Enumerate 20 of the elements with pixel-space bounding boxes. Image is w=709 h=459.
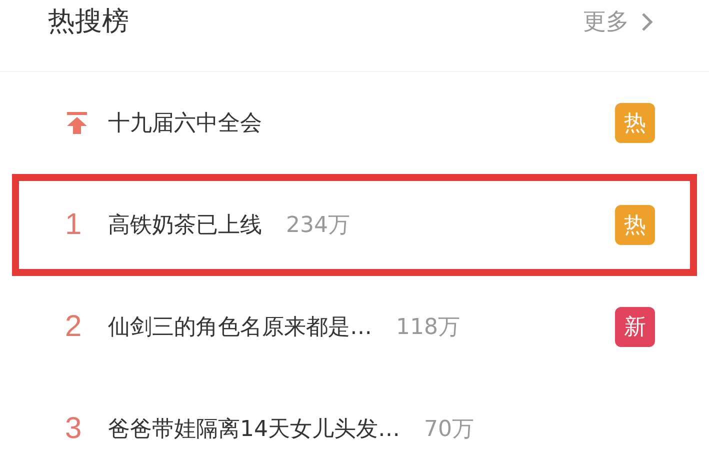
topic-title[interactable]: 十九届六中全会 bbox=[108, 106, 262, 140]
list-row[interactable]: 十九届六中全会 热 bbox=[12, 72, 697, 174]
topic-title[interactable]: 高铁奶茶已上线 bbox=[108, 208, 262, 242]
heat-count: 70万 bbox=[424, 416, 474, 444]
hot-badge: 热 bbox=[615, 205, 655, 245]
heat-count: 234万 bbox=[286, 212, 350, 240]
new-badge: 新 bbox=[615, 307, 655, 347]
heat-count: 118万 bbox=[396, 314, 460, 342]
pin-to-top-icon bbox=[65, 111, 89, 135]
hot-badge: 热 bbox=[615, 103, 655, 143]
topic-title[interactable]: 爸爸带娃隔离14天女儿头发… bbox=[108, 412, 400, 446]
list-row[interactable]: 2 仙剑三的角色名原来都是… 118万 新 bbox=[12, 276, 697, 378]
list-row[interactable]: 3 爸爸带娃隔离14天女儿头发… 70万 bbox=[12, 378, 697, 459]
rank-number: 3 bbox=[65, 414, 83, 444]
chevron-right-icon bbox=[641, 12, 653, 32]
rank-number: 2 bbox=[65, 312, 83, 342]
highlight-frame[interactable]: 1 高铁奶茶已上线 234万 热 bbox=[12, 174, 697, 276]
panel-title: 热搜榜 bbox=[48, 5, 129, 39]
topic-title[interactable]: 仙剑三的角色名原来都是… bbox=[108, 310, 372, 344]
rank-number: 1 bbox=[65, 210, 83, 240]
